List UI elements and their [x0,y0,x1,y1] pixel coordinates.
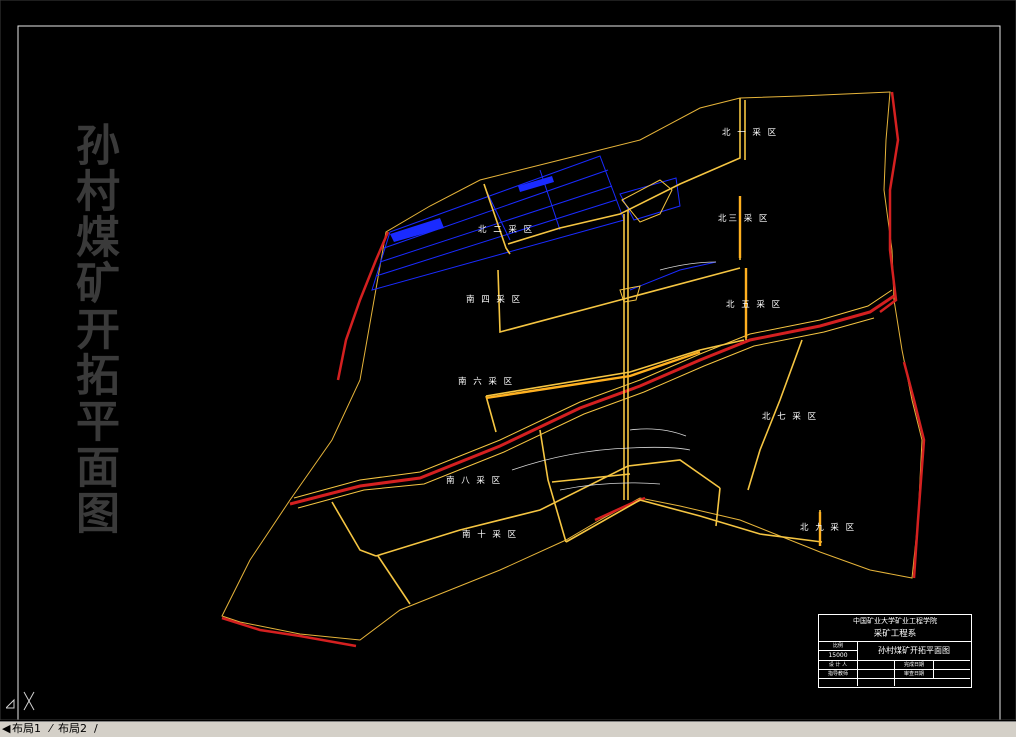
title-block-drawing-name: 孙村煤矿开拓平面图 [858,642,970,661]
zone-label-north2: 北 二 采 区 [478,225,535,235]
viewport-frame [0,0,1016,720]
goaf-filled-block [390,218,444,242]
title-block-designer-value [858,661,895,670]
main-fault-band [289,289,895,509]
title-block-footer-left [819,679,858,686]
mine-boundary [221,91,923,641]
drawing-canvas[interactable] [0,0,1016,720]
title-block-scale: 15000 [819,651,858,661]
tab-separator-icon: ⁄ [50,722,52,735]
zone-label-north9: 北 九 采 区 [800,523,857,533]
title-block-date-value [934,661,970,670]
title-block-teacher-label: 指导教师 [819,670,858,679]
roadways-bright [485,196,822,546]
contour-lines [511,261,717,491]
red-boundary-lines [221,91,926,648]
title-block-footer-mid [858,679,895,686]
zone-label-north1: 北 一 采 区 [722,128,779,138]
title-block-scale-label: 比例 [819,642,858,651]
tab-layout2[interactable]: 布局2 [56,722,89,736]
zone-label-south10: 南 十 采 区 [462,530,519,540]
tab-layout1[interactable]: 布局1 [10,722,43,736]
title-block-department: 采矿工程系 [819,627,971,642]
roadways [331,98,823,605]
title-block-review-label: 审查日期 [895,670,934,679]
ucs-axis-icon [6,691,35,712]
zone-label-north7: 北 七 采 区 [762,412,819,422]
title-block-teacher-value [858,670,895,679]
zone-label-south8: 南 八 采 区 [446,476,503,486]
title-block: 中国矿业大学矿业工程学院 采矿工程系 比例 15000 孙村煤矿开拓平面图 设 … [818,614,972,688]
title-block-date-label: 完成日期 [895,661,934,670]
tab-separator-icon-2: / [94,722,98,735]
drawing-vertical-title: 孙村煤矿开拓平面图 [68,122,119,536]
title-block-designer-label: 设 计 人 [819,661,858,670]
zone-label-north5: 北 五 采 区 [726,300,783,310]
layout-tab-bar: ◀ 布局1 ⁄ 布局2 / [0,721,1016,737]
zone-label-south4: 南 四 采 区 [466,295,523,305]
title-block-review-value [934,670,970,679]
zone-label-south6: 南 六 采 区 [458,377,515,387]
zone-label-north3: 北三 采 区 [718,214,770,224]
goaf-area [371,155,717,291]
